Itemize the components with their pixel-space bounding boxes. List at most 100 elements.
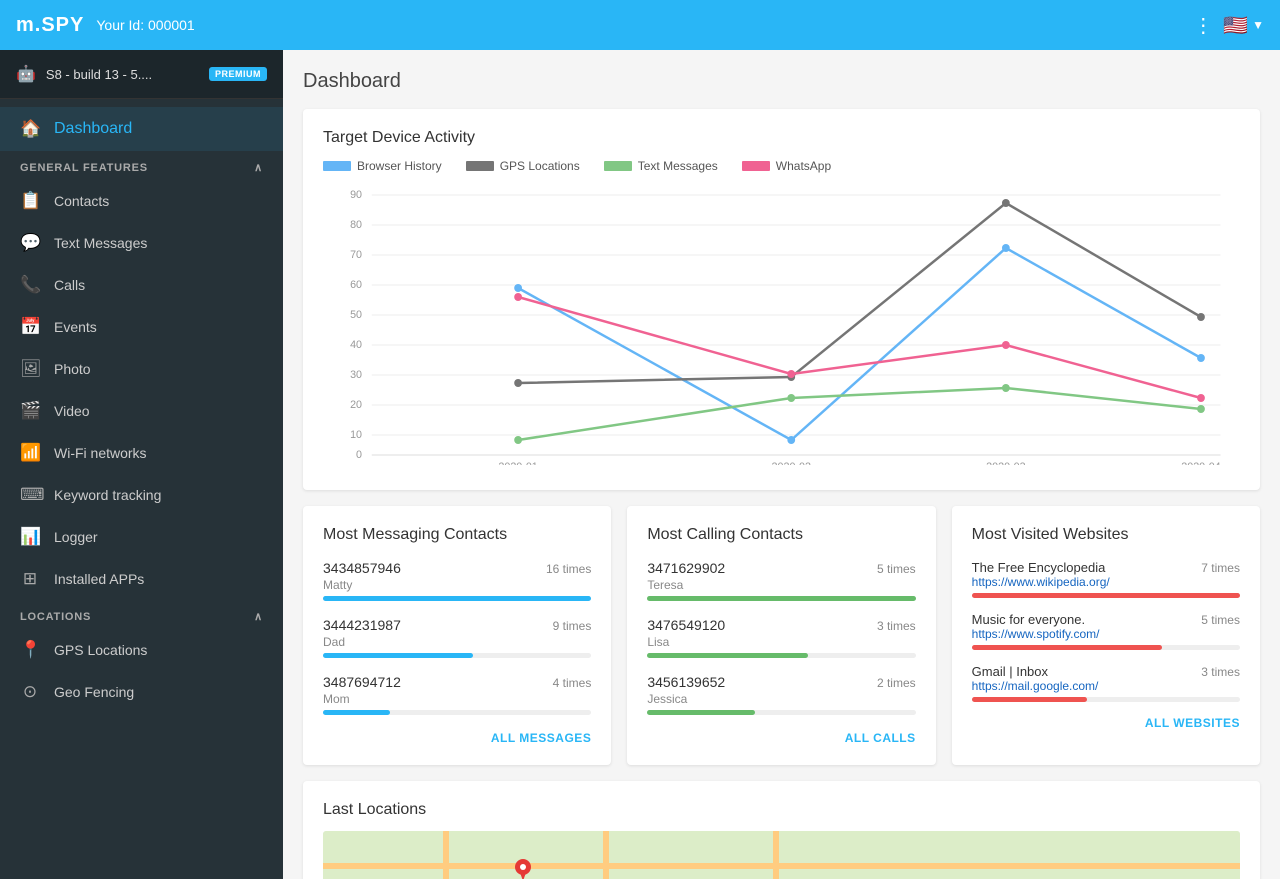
website-1: The Free Encyclopedia 7 times https://ww… <box>972 560 1240 598</box>
layout: 🤖 S8 - build 13 - 5.... PREMIUM 🏠 Dashbo… <box>0 50 1280 879</box>
legend-label-whatsapp: WhatsApp <box>776 159 831 173</box>
contact-number: 3434857946 <box>323 560 401 576</box>
sidebar-item-calls[interactable]: 📞 Calls <box>0 264 283 306</box>
contact-number: 3487694712 <box>323 674 401 690</box>
chart-title: Target Device Activity <box>323 129 1240 147</box>
contact-name: Jessica <box>647 692 915 706</box>
messaging-contact-2: 3444231987 9 times Dad <box>323 617 591 658</box>
topbar-left: m.SPY Your Id: 000001 <box>16 14 195 37</box>
website-name: Gmail | Inbox <box>972 664 1048 679</box>
lang-chevron-icon: ▼ <box>1252 18 1264 32</box>
sidebar-item-dashboard[interactable]: 🏠 Dashboard <box>0 107 283 151</box>
progress-wrap <box>972 593 1240 598</box>
contact-times: 5 times <box>877 562 916 576</box>
sidebar-label-video: Video <box>54 403 90 419</box>
legend-label-gps: GPS Locations <box>500 159 580 173</box>
legend-gps: GPS Locations <box>466 159 580 173</box>
sidebar-item-installed-apps[interactable]: ⊞ Installed APPs <box>0 558 283 600</box>
sidebar-label-contacts: Contacts <box>54 193 109 209</box>
photo-icon: 🖼 <box>20 359 40 379</box>
website-2: Music for everyone. 5 times https://www.… <box>972 612 1240 650</box>
website-times: 5 times <box>1201 613 1240 627</box>
contact-number: 3456139652 <box>647 674 725 690</box>
progress-wrap <box>647 710 915 715</box>
sidebar-item-label: Dashboard <box>54 120 132 138</box>
more-options-icon[interactable]: ⋮ <box>1193 13 1213 38</box>
progress-bar <box>647 710 754 715</box>
contact-name: Teresa <box>647 578 915 592</box>
sidebar-item-geofencing[interactable]: ⊙ Geo Fencing <box>0 671 283 713</box>
topbar-right: ⋮ 🇺🇸 ▼ <box>1193 13 1264 38</box>
sidebar-item-contacts[interactable]: 📋 Contacts <box>0 180 283 222</box>
website-times: 7 times <box>1201 561 1240 575</box>
legend-label-browser: Browser History <box>357 159 442 173</box>
legend-text-messages: Text Messages <box>604 159 718 173</box>
progress-wrap <box>972 645 1240 650</box>
collapse-locations-icon[interactable]: ∧ <box>254 610 263 623</box>
progress-wrap <box>972 697 1240 702</box>
contact-number: 3471629902 <box>647 560 725 576</box>
activity-chart: 90 80 70 60 50 40 30 20 10 0 2020-01 202… <box>323 185 1240 465</box>
contact-number: 3476549120 <box>647 617 725 633</box>
sidebar-item-video[interactable]: 🎬 Video <box>0 390 283 432</box>
android-icon: 🤖 <box>16 64 36 84</box>
website-url[interactable]: https://www.wikipedia.org/ <box>972 575 1240 589</box>
chart-legend: Browser History GPS Locations Text Messa… <box>323 159 1240 173</box>
all-messages-link[interactable]: ALL MESSAGES <box>323 731 591 745</box>
sidebar-label-wifi: Wi-Fi networks <box>54 445 147 461</box>
progress-bar <box>323 596 591 601</box>
svg-text:2020-02: 2020-02 <box>772 461 811 465</box>
sidebar-nav: 🏠 Dashboard GENERAL FEATURES ∧ 📋 Contact… <box>0 99 283 721</box>
progress-wrap <box>323 596 591 601</box>
progress-wrap <box>647 596 915 601</box>
sidebar-label-keyword: Keyword tracking <box>54 487 161 503</box>
svg-text:2020-04: 2020-04 <box>1181 461 1220 465</box>
website-url[interactable]: https://mail.google.com/ <box>972 679 1240 693</box>
contact-times: 9 times <box>553 619 592 633</box>
website-url[interactable]: https://www.spotify.com/ <box>972 627 1240 641</box>
logo: m.SPY <box>16 14 84 37</box>
sidebar-item-text-messages[interactable]: 💬 Text Messages <box>0 222 283 264</box>
main-content: Dashboard Target Device Activity Browser… <box>283 50 1280 879</box>
contact-times: 4 times <box>553 676 592 690</box>
premium-badge: PREMIUM <box>209 67 267 81</box>
sidebar-item-wifi[interactable]: 📶 Wi-Fi networks <box>0 432 283 474</box>
home-icon: 🏠 <box>20 119 40 139</box>
user-id: Your Id: 000001 <box>96 17 194 33</box>
sidebar-item-events[interactable]: 📅 Events <box>0 306 283 348</box>
all-websites-link[interactable]: ALL WEBSITES <box>972 716 1240 730</box>
progress-wrap <box>323 653 591 658</box>
progress-bar <box>647 653 808 658</box>
svg-text:2020-03: 2020-03 <box>986 461 1025 465</box>
sidebar-label-installed-apps: Installed APPs <box>54 571 144 587</box>
last-locations-card: Last Locations <box>303 781 1260 879</box>
topbar: m.SPY Your Id: 000001 ⋮ 🇺🇸 ▼ <box>0 0 1280 50</box>
calling-contacts-card: Most Calling Contacts 3471629902 5 times… <box>627 506 935 765</box>
progress-bar <box>972 697 1087 702</box>
sidebar-item-photo[interactable]: 🖼 Photo <box>0 348 283 390</box>
sidebar-item-keyword-tracking[interactable]: ⌨ Keyword tracking <box>0 474 283 516</box>
progress-wrap <box>323 710 591 715</box>
sidebar: 🤖 S8 - build 13 - 5.... PREMIUM 🏠 Dashbo… <box>0 50 283 879</box>
apps-icon: ⊞ <box>20 569 40 589</box>
contact-name: Dad <box>323 635 591 649</box>
logger-icon: 📊 <box>20 527 40 547</box>
cards-row: Most Messaging Contacts 3434857946 16 ti… <box>303 506 1260 765</box>
svg-text:60: 60 <box>350 279 362 291</box>
language-selector[interactable]: 🇺🇸 ▼ <box>1223 13 1264 38</box>
page-title: Dashboard <box>303 70 1260 93</box>
sidebar-item-gps[interactable]: 📍 GPS Locations <box>0 629 283 671</box>
device-name: S8 - build 13 - 5.... <box>46 67 199 82</box>
gps-icon: 📍 <box>20 640 40 660</box>
messaging-contact-1: 3434857946 16 times Matty <box>323 560 591 601</box>
sidebar-item-logger[interactable]: 📊 Logger <box>0 516 283 558</box>
device-row[interactable]: 🤖 S8 - build 13 - 5.... PREMIUM <box>0 50 283 99</box>
calling-contact-1: 3471629902 5 times Teresa <box>647 560 915 601</box>
all-calls-link[interactable]: ALL CALLS <box>647 731 915 745</box>
legend-browser-history: Browser History <box>323 159 442 173</box>
svg-text:90: 90 <box>350 189 362 201</box>
website-times: 3 times <box>1201 665 1240 679</box>
collapse-icon[interactable]: ∧ <box>254 161 263 174</box>
contact-name: Matty <box>323 578 591 592</box>
messages-icon: 💬 <box>20 233 40 253</box>
